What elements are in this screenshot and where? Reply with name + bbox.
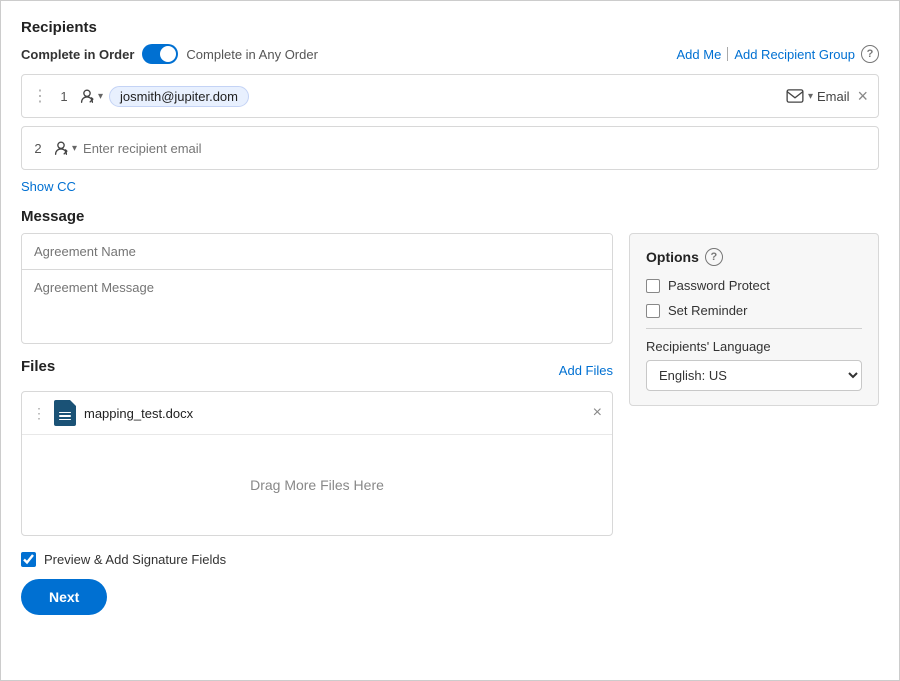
recipient-email-input-2[interactable] [83,141,870,156]
signer-chevron-1: ▾ [98,91,103,102]
password-protect-row: Password Protect [646,278,862,293]
signer-icon-2[interactable]: ▾ [52,139,77,157]
remove-recipient-1[interactable]: × [855,87,870,105]
signer-icon-1[interactable]: ▾ [78,87,103,105]
file-icon-line-2 [59,415,71,417]
complete-order-toggle[interactable] [142,44,178,64]
options-panel: Options ? Password Protect Set Reminder … [629,233,879,406]
files-header: Files Add Files [21,358,613,383]
row-right-1: ▾ Email × [786,87,870,105]
message-section: Message Files Add Files ⋮ [21,208,879,536]
preview-checkbox-row: Preview & Add Signature Fields [21,552,879,567]
preview-label: Preview & Add Signature Fields [44,552,226,567]
message-title: Message [21,208,879,225]
email-badge-1: ▾ Email [786,89,850,104]
left-column: Files Add Files ⋮ [21,233,613,536]
drag-drop-label: Drag More Files Here [250,477,384,493]
recipients-section: Recipients Complete in Order Complete in… [21,19,879,208]
set-reminder-label: Set Reminder [668,303,747,318]
bottom-section: Preview & Add Signature Fields Next [21,552,879,615]
file-item-1: ⋮ mapping_test.docx × [22,392,612,435]
vertical-divider [727,47,728,61]
recipient-email-tag-1[interactable]: josmith@jupiter.dom [109,86,249,107]
right-column: Options ? Password Protect Set Reminder … [629,233,879,536]
email-type-label-1: Email [817,89,850,104]
complete-order-row: Complete in Order Complete in Any Order … [21,44,879,64]
drag-drop-area[interactable]: Drag More Files Here [22,435,612,535]
file-icon-line-3 [59,419,71,421]
recipient-row-2[interactable]: 2 ▾ [21,126,879,170]
complete-order-right: Add Me Add Recipient Group ? [677,45,880,63]
main-columns: Files Add Files ⋮ [21,233,879,536]
files-area: ⋮ mapping_test.docx × [21,391,613,536]
file-drag-handle: ⋮ [32,405,46,422]
add-files-button[interactable]: Add Files [559,363,613,378]
agreement-name-input[interactable] [22,234,612,270]
remove-file-1[interactable]: × [593,404,602,422]
file-name-1: mapping_test.docx [84,406,585,421]
show-cc-link[interactable]: Show CC [21,179,76,194]
files-section: Files Add Files ⋮ [21,358,613,536]
signer-chevron-2: ▾ [72,143,77,154]
add-me-button[interactable]: Add Me [677,47,722,62]
agreement-message-input[interactable] [22,270,612,340]
options-header: Options ? [646,248,862,266]
password-protect-checkbox[interactable] [646,279,660,293]
file-icon-line-1 [59,412,71,414]
email-chevron-1: ▾ [808,91,813,102]
recipients-language-label: Recipients' Language [646,339,862,354]
preview-checkbox[interactable] [21,552,36,567]
complete-order-left: Complete in Order Complete in Any Order [21,44,318,64]
drag-handle-1: ⋮ [30,86,50,106]
row-number-1: 1 [56,89,72,104]
message-inputs [21,233,613,344]
file-icon-lines [56,408,74,423]
password-protect-label: Password Protect [668,278,770,293]
complete-order-label: Complete in Order [21,47,134,62]
recipients-help-icon[interactable]: ? [861,45,879,63]
recipient-row-1: ⋮ 1 ▾ josmith@jupiter.dom ▾ [21,74,879,118]
row-number-2: 2 [30,141,46,156]
language-select[interactable]: English: US French German Spanish Japane… [646,360,862,391]
set-reminder-row: Set Reminder [646,303,862,318]
add-recipient-group-button[interactable]: Add Recipient Group [734,47,855,62]
options-divider [646,328,862,329]
next-button[interactable]: Next [21,579,107,615]
set-reminder-checkbox[interactable] [646,304,660,318]
options-title: Options [646,249,699,265]
files-title: Files [21,358,55,375]
file-icon [54,400,76,426]
recipients-title: Recipients [21,19,879,36]
options-help-icon[interactable]: ? [705,248,723,266]
main-container: Recipients Complete in Order Complete in… [0,0,900,681]
complete-any-order-label: Complete in Any Order [186,47,318,62]
